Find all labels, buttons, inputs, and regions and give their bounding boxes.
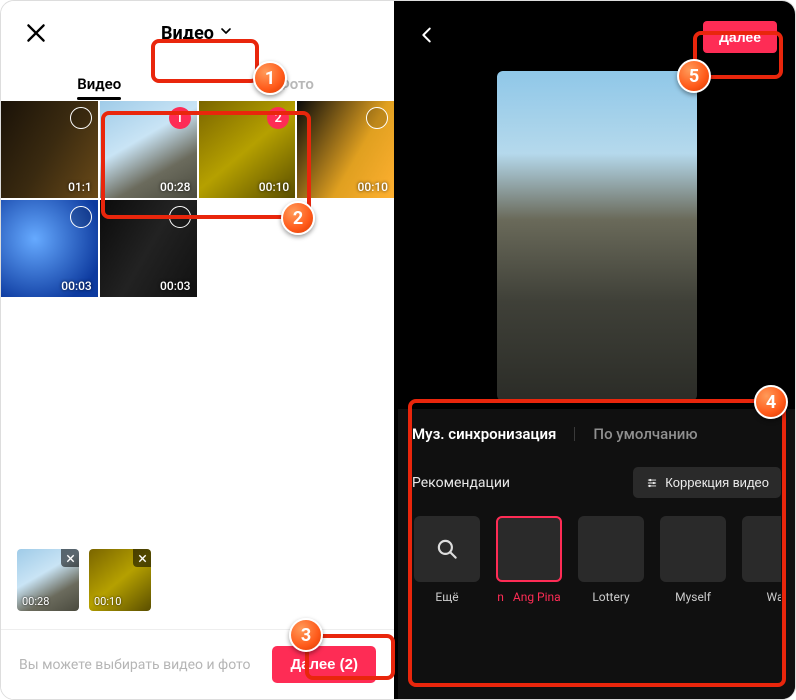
select-circle-icon[interactable]: [169, 206, 191, 228]
video-correction-label: Коррекция видео: [665, 475, 769, 490]
chevron-down-icon: [218, 23, 234, 44]
preview-image: [497, 71, 697, 401]
track-item[interactable]: Wa: [740, 516, 781, 604]
track-name: n Ang Pina: [494, 590, 564, 604]
track-item[interactable]: Lottery: [576, 516, 646, 604]
video-edit-screen: Далее Муз. синхронизация По умолчанию Ре…: [398, 1, 795, 699]
recommendations-row: Рекомендации Коррекция видео: [412, 467, 781, 498]
recommendations-label: Рекомендации: [412, 475, 510, 491]
video-thumb[interactable]: 00:03: [1, 200, 98, 297]
track-cover: [578, 516, 644, 582]
thumb-duration: 00:10: [259, 180, 289, 194]
panel-tabs: Муз. синхронизация По умолчанию: [412, 425, 781, 443]
dropdown-label: Видео: [161, 23, 214, 44]
left-header: Видео: [1, 1, 394, 65]
thumb-duration: 01:1: [68, 180, 92, 194]
selected-clip[interactable]: 00:28: [17, 549, 79, 611]
track-name: Lottery: [576, 590, 646, 604]
track-cover: [414, 516, 480, 582]
video-thumb[interactable]: 1 00:28: [100, 101, 197, 198]
selected-clip[interactable]: 00:10: [89, 549, 151, 611]
back-button[interactable]: [416, 24, 438, 50]
tab-videos[interactable]: Видео: [1, 75, 198, 99]
track-name: Wa: [740, 590, 781, 604]
select-circle-icon[interactable]: [70, 107, 92, 129]
video-thumb[interactable]: 00:03: [100, 200, 197, 297]
media-tabs: Видео Фото: [1, 65, 394, 101]
tracks-row[interactable]: Ещё n Ang Pina Lottery Myself Wa: [412, 516, 781, 604]
track-item[interactable]: Myself: [658, 516, 728, 604]
tab-divider: [574, 427, 575, 441]
footer-hint: Вы можете выбирать видео и фото: [19, 657, 250, 673]
video-thumb[interactable]: 00:10: [297, 101, 394, 198]
next-button[interactable]: Далее (2): [272, 646, 376, 683]
track-name: Myself: [658, 590, 728, 604]
tab-photos[interactable]: Фото: [198, 75, 395, 99]
close-icon: [23, 20, 49, 46]
thumb-duration: 00:03: [61, 279, 91, 293]
video-grid: 01:1 1 00:28 2 00:10 00:10 00:03: [1, 101, 394, 297]
music-panel: Муз. синхронизация По умолчанию Рекоменд…: [398, 409, 795, 699]
tab-default[interactable]: По умолчанию: [593, 425, 697, 443]
track-cover: [742, 516, 781, 582]
next-button[interactable]: Далее: [703, 21, 777, 53]
thumb-duration: 00:03: [160, 279, 190, 293]
selected-clip-duration: 00:10: [94, 595, 121, 608]
selected-clips-bar: 00:28 00:10: [17, 549, 151, 611]
thumb-duration: 00:10: [358, 180, 388, 194]
select-order-badge[interactable]: 1: [169, 107, 191, 129]
video-preview[interactable]: [497, 71, 697, 401]
track-cover: [660, 516, 726, 582]
track-cover: [496, 516, 562, 582]
remove-clip-button[interactable]: [133, 549, 151, 567]
track-item[interactable]: n Ang Pina: [494, 516, 564, 604]
thumb-duration: 00:28: [160, 180, 190, 194]
select-circle-icon[interactable]: [70, 206, 92, 228]
video-thumb[interactable]: 01:1: [1, 101, 98, 198]
close-button[interactable]: [23, 20, 49, 46]
close-icon: [137, 553, 148, 564]
search-icon: [434, 536, 460, 562]
selected-clip-duration: 00:28: [22, 595, 49, 608]
chevron-left-icon: [416, 24, 438, 46]
video-thumb[interactable]: 2 00:10: [199, 101, 296, 198]
close-icon: [65, 553, 76, 564]
tab-music-sync[interactable]: Муз. синхронизация: [412, 425, 556, 443]
track-more[interactable]: Ещё: [412, 516, 482, 604]
right-header: Далее: [398, 1, 795, 73]
select-circle-icon[interactable]: [366, 107, 388, 129]
gallery-picker-screen: Видео Видео Фото 01:1 1 00:28: [1, 1, 398, 699]
remove-clip-button[interactable]: [61, 549, 79, 567]
video-correction-button[interactable]: Коррекция видео: [633, 467, 781, 498]
media-type-dropdown[interactable]: Видео: [149, 17, 246, 50]
track-name: Ещё: [412, 590, 482, 604]
sliders-icon: [645, 476, 659, 490]
left-footer: Вы можете выбирать видео и фото Далее (2…: [1, 629, 394, 699]
